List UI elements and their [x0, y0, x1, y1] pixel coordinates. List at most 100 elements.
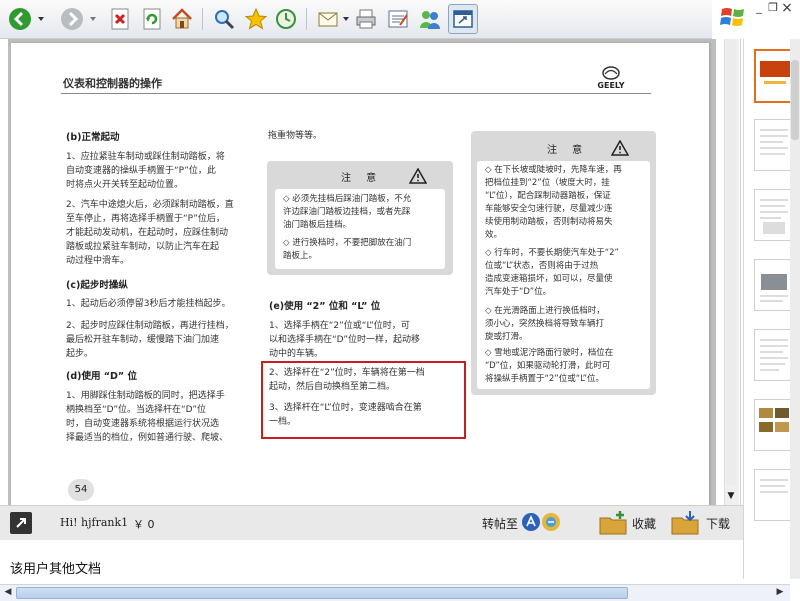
note-item: ◇ 在光滑路面上进行换低档时， 须小心，突然换档将导致车辆打 旋或打滑。 — [485, 305, 605, 344]
text-line: ◇ 行车时，不要长期使汽车处于“2” — [485, 248, 619, 258]
toolbar-separator — [202, 8, 203, 30]
page-thumbnail[interactable] — [754, 189, 794, 241]
text-line: 旋或打滑。 — [485, 332, 528, 342]
vertical-scrollbar-thumb[interactable] — [726, 39, 736, 485]
page-header-title: 仪表和控制器的操作 — [63, 77, 162, 90]
back-dropdown-icon[interactable] — [38, 16, 44, 22]
text-line: 将操纵手柄置于“2”位或“L”位。 — [485, 374, 605, 384]
text-line: 把档位挂到“2”位（坡度大时，挂 — [485, 178, 610, 188]
text-line: 以和选择手柄在“D”位时一样，起动移 — [269, 335, 421, 345]
section-normal-start-title: (b)正常起动 — [66, 132, 120, 143]
note-content: ◇ 在下长坡或陡坡时，先降车速，再 把档位挂到“2”位（坡度大时，挂 “L”位）… — [477, 161, 650, 389]
page-thumbnail[interactable] — [754, 259, 794, 311]
caution-note-box: 注 意 ◇ 必须先挂档后踩油门踏板，不允 许边踩油门踏板边挂档，或者先踩 油门踏… — [267, 161, 453, 275]
text-line: 续使用制动踏板，否则制动将易失 — [485, 217, 613, 227]
text-line: 择最适当的档位，例如普通行驶、爬坡、 — [66, 433, 229, 443]
text-line: 造成变速箱损坏，如可以，尽量使 — [485, 274, 613, 284]
share-button[interactable] — [10, 512, 32, 534]
text-line: 时将点火开关转至起动位置。 — [66, 180, 184, 190]
browser-toolbar — [0, 0, 712, 39]
warning-icon — [409, 168, 427, 184]
section-start-operation-title: (c)起步时操纵 — [66, 280, 128, 291]
text-line: 动过程中滑车。 — [66, 256, 130, 266]
warning-icon — [611, 140, 629, 156]
messenger-icon[interactable] — [416, 5, 444, 33]
thumbnails-scrollbar-thumb[interactable] — [791, 60, 799, 140]
share-site-icon[interactable] — [542, 513, 560, 531]
page-thumbnail[interactable] — [754, 399, 794, 451]
minimize-button[interactable]: _ — [752, 2, 766, 14]
horizontal-scrollbar-thumb[interactable] — [16, 587, 628, 599]
search-icon[interactable] — [210, 5, 238, 33]
refresh-icon[interactable] — [138, 5, 166, 33]
text-line: 1、起动后必须停留3秒后才能挂档起步。 — [66, 299, 231, 309]
text-line: 时，自动变速器系统将根据运行状况选 — [66, 419, 220, 429]
note-title: 注 意 — [547, 145, 589, 156]
text-line: 拖重物等等。 — [268, 131, 323, 141]
text-line: 起步。 — [66, 349, 94, 359]
fullscreen-icon[interactable] — [448, 4, 478, 34]
text-line: 动中的车辆。 — [269, 349, 324, 359]
caution-note-box: 注 意 ◇ 在下长坡或陡坡时，先降车速，再 把档位挂到“2”位（坡度大时，挂 “… — [471, 131, 656, 395]
user-greeting: Hi! hjfrank1 — [60, 516, 129, 529]
text-line: 最后松开驻车制动，缓慢踏下油门加速 — [66, 335, 220, 345]
restore-button[interactable]: ❐ — [766, 2, 780, 14]
paragraph: 2、起步时应踩住制动踏板，再进行挂档， 最后松开驻车制动，缓慢踏下油门加速 起步… — [66, 319, 234, 361]
note-content: ◇ 必须先挂档后踩油门踏板，不允 许边踩油门踏板边挂档，或者先踩 油门踏板后挂档… — [275, 189, 445, 269]
text-line: 自动变速器的操纵手柄置于“P”位，此 — [66, 166, 216, 176]
note-title: 注 意 — [341, 173, 383, 184]
note-item: ◇ 雪地或泥泞路面行驶时，档位在 “D”位，如果驱动轮打滑，此时可 将操纵手柄置… — [485, 347, 613, 386]
mail-dropdown-icon[interactable] — [343, 16, 349, 22]
text-line: ◇ 雪地或泥泞路面行驶时，档位在 — [485, 348, 614, 358]
text-line: 柄换档至“D”位。当选择杆在“D”位 — [66, 405, 207, 415]
paragraph: 1、起动后必须停留3秒后才能挂档起步。 — [66, 297, 230, 311]
paragraph: 1、用脚踩住制动踏板的同时，把选择手 柄换档至“D”位。当选择杆在“D”位 时，… — [66, 389, 228, 445]
section-d-position-title: (d)使用 “D” 位 — [66, 371, 137, 382]
geely-logo-icon: GEELY — [597, 66, 625, 90]
favorite-label[interactable]: 收藏 — [632, 515, 656, 532]
page-number: 54 — [68, 479, 94, 501]
favorite-folder-icon[interactable] — [598, 510, 628, 536]
text-line: 2、汽车中途熄火后，必须踩制动踏板，直 — [66, 200, 234, 210]
stop-icon[interactable] — [106, 5, 134, 33]
text-line: 1、选择手柄在“2”位或“L”位时，可 — [269, 321, 410, 331]
note-item: ◇ 进行换档时，不要把脚放在油门 踏板上。 — [283, 237, 411, 263]
text-line: ◇ 进行换档时，不要把脚放在油门 — [283, 238, 412, 248]
download-label[interactable]: 下载 — [706, 515, 730, 532]
text-line: “D”位，如果驱动轮打滑，此时可 — [485, 361, 611, 371]
edit-icon[interactable] — [384, 5, 412, 33]
scroll-left-arrow-icon[interactable]: ◀ — [2, 586, 14, 598]
note-item: ◇ 行车时，不要长期使汽车处于“2” 位或“L”状态，否则将由于过热 造成变速箱… — [485, 247, 619, 299]
user-coins: ￥ 0 — [133, 518, 155, 531]
text-line: ◇ 必须先挂档后踩油门踏板，不允 — [283, 194, 412, 204]
text-line: 汽车处于“D”位。 — [485, 287, 552, 297]
text-line: 车能够安全匀速行驶，尽量减少连 — [485, 204, 613, 214]
scroll-right-arrow-icon[interactable]: ▶ — [774, 586, 786, 598]
section-2-l-position-title: (e)使用 “2” 位和 “L” 位 — [269, 301, 381, 312]
history-icon[interactable] — [272, 5, 300, 33]
back-icon[interactable] — [6, 5, 34, 33]
highlight-annotation — [261, 361, 466, 439]
text-line: ◇ 在下长坡或陡坡时，先降车速，再 — [485, 165, 622, 175]
text-line: 1、用脚踩住制动踏板的同时，把选择手 — [66, 391, 225, 401]
scroll-down-arrow-icon[interactable]: ▼ — [726, 491, 736, 501]
text-line: 位或“L”状态，否则将由于过热 — [485, 261, 599, 271]
print-icon[interactable] — [352, 5, 380, 33]
share-site-icon[interactable] — [522, 513, 540, 531]
home-icon[interactable] — [168, 5, 196, 33]
mail-icon[interactable] — [314, 5, 342, 33]
document-page: 仪表和控制器的操作 GEELY (b)正常起动 1、应拉紧驻车制动或踩住制动踏板… — [11, 43, 709, 505]
page-thumbnail[interactable] — [754, 119, 794, 171]
download-folder-icon[interactable] — [670, 510, 700, 536]
text-line: 2、起步时应踩住制动踏板，再进行挂档， — [66, 321, 234, 331]
favorites-icon[interactable] — [242, 5, 270, 33]
text-line: 许边踩油门踏板边挂档，或者先踩 — [283, 207, 411, 217]
text-line: 才能起动发动机，在起动时，应踩住制动 — [66, 228, 229, 238]
text-line: 效。 — [485, 230, 503, 240]
paragraph: 1、选择手柄在“2”位或“L”位时，可 以和选择手柄在“D”位时一样，起动移 动… — [269, 319, 420, 361]
forward-dropdown-icon[interactable] — [90, 16, 96, 22]
forward-icon[interactable] — [58, 5, 86, 33]
page-thumbnail[interactable] — [754, 469, 794, 521]
close-button[interactable]: × — [780, 1, 794, 15]
page-thumbnail[interactable] — [754, 329, 794, 381]
